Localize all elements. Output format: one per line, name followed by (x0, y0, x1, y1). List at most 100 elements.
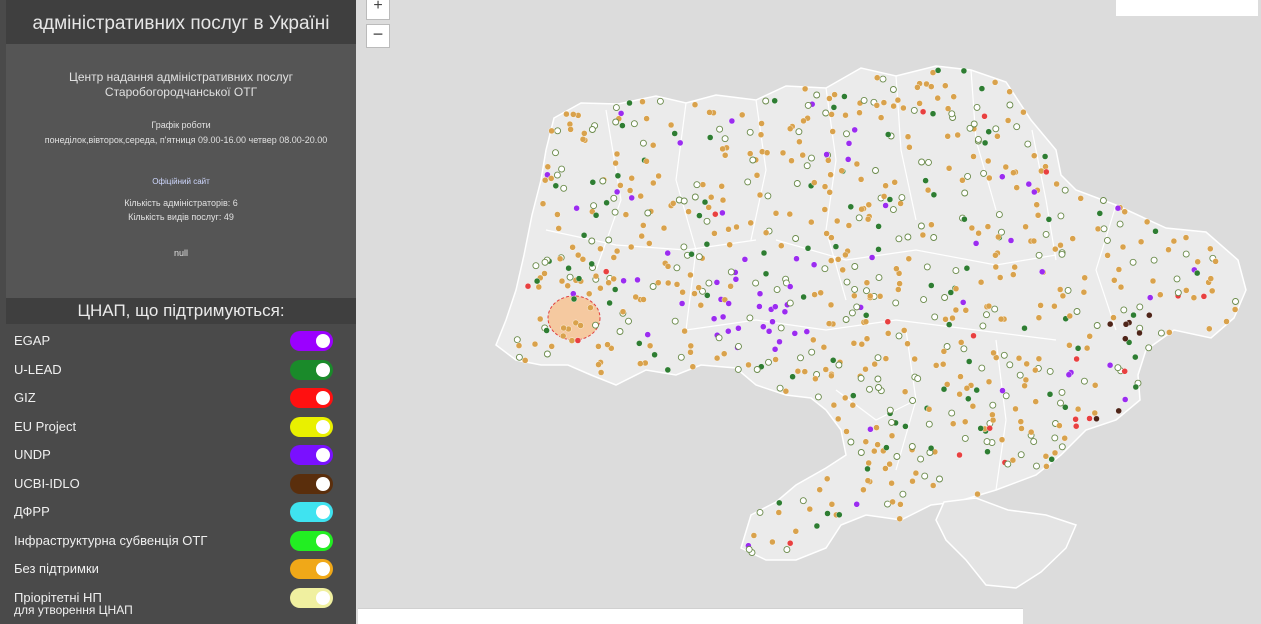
service-center-marker[interactable] (793, 255, 800, 262)
service-center-marker[interactable] (867, 426, 874, 433)
service-center-marker[interactable] (1086, 415, 1093, 422)
service-center-marker[interactable] (991, 79, 999, 86)
service-center-marker[interactable] (970, 332, 977, 339)
service-center-marker[interactable] (719, 196, 727, 204)
service-center-marker[interactable] (1021, 382, 1028, 389)
service-center-marker[interactable] (803, 328, 810, 335)
service-center-marker[interactable] (1034, 212, 1042, 219)
service-center-marker[interactable] (1065, 371, 1073, 378)
service-center-marker[interactable] (590, 202, 598, 210)
service-center-marker[interactable] (1043, 463, 1050, 470)
service-center-marker[interactable] (896, 515, 903, 522)
service-center-marker[interactable] (1116, 220, 1124, 228)
service-center-marker[interactable] (541, 176, 549, 184)
service-center-marker[interactable] (646, 342, 654, 349)
service-center-marker[interactable] (1022, 376, 1030, 384)
service-center-marker[interactable] (705, 204, 712, 211)
service-center-marker[interactable] (853, 501, 860, 508)
service-center-marker[interactable] (693, 181, 701, 189)
legend-toggle[interactable] (290, 502, 333, 522)
service-center-marker[interactable] (688, 250, 695, 258)
service-center-marker[interactable] (895, 332, 903, 340)
service-center-marker[interactable] (925, 406, 933, 413)
service-center-marker[interactable] (640, 296, 647, 303)
service-center-marker[interactable] (725, 226, 732, 233)
service-center-marker[interactable] (997, 315, 1005, 323)
service-center-marker[interactable] (895, 235, 903, 243)
service-center-marker[interactable] (828, 257, 835, 264)
service-center-marker[interactable] (779, 149, 787, 157)
service-center-marker[interactable] (639, 139, 647, 147)
service-center-marker[interactable] (910, 106, 918, 114)
service-center-marker[interactable] (1057, 286, 1064, 293)
service-center-marker[interactable] (671, 130, 678, 137)
service-center-marker[interactable] (579, 256, 587, 263)
service-center-marker[interactable] (888, 418, 896, 426)
service-center-marker[interactable] (1081, 274, 1088, 281)
service-center-marker[interactable] (689, 363, 696, 370)
service-center-marker[interactable] (597, 245, 604, 253)
service-center-marker[interactable] (923, 263, 931, 271)
service-center-marker[interactable] (857, 449, 865, 456)
service-center-marker[interactable] (1066, 312, 1073, 320)
service-center-marker[interactable] (800, 293, 807, 301)
service-center-marker[interactable] (1100, 225, 1108, 233)
service-center-marker[interactable] (995, 211, 1003, 219)
service-center-marker[interactable] (914, 375, 922, 383)
service-center-marker[interactable] (573, 204, 580, 212)
service-center-marker[interactable] (776, 499, 783, 507)
service-center-marker[interactable] (897, 501, 904, 508)
service-center-marker[interactable] (649, 283, 657, 290)
official-site-link[interactable]: Офіційний сайт (6, 177, 356, 186)
service-center-marker[interactable] (556, 255, 564, 262)
service-center-marker[interactable] (628, 243, 635, 251)
service-center-marker[interactable] (610, 194, 618, 202)
service-center-marker[interactable] (735, 342, 742, 350)
service-center-marker[interactable] (875, 223, 882, 230)
service-center-marker[interactable] (862, 318, 870, 325)
service-center-marker[interactable] (687, 271, 694, 279)
service-center-marker[interactable] (765, 358, 772, 366)
service-center-marker[interactable] (543, 327, 550, 334)
service-center-marker[interactable] (524, 283, 532, 290)
service-center-marker[interactable] (801, 85, 809, 93)
service-center-marker[interactable] (753, 172, 761, 179)
service-center-marker[interactable] (985, 128, 992, 135)
service-center-marker[interactable] (696, 212, 703, 219)
service-center-marker[interactable] (744, 178, 752, 186)
service-center-marker[interactable] (970, 120, 978, 128)
service-center-marker[interactable] (894, 96, 902, 104)
service-center-marker[interactable] (1110, 314, 1117, 321)
service-center-marker[interactable] (889, 498, 896, 506)
service-center-marker[interactable] (515, 353, 523, 361)
service-center-marker[interactable] (909, 397, 917, 405)
service-center-marker[interactable] (828, 111, 835, 118)
service-center-marker[interactable] (965, 395, 972, 402)
service-center-marker[interactable] (974, 135, 982, 143)
service-center-marker[interactable] (813, 91, 821, 99)
service-center-marker[interactable] (772, 303, 779, 310)
service-center-marker[interactable] (713, 354, 721, 362)
service-center-marker[interactable] (1032, 398, 1039, 405)
service-center-marker[interactable] (536, 315, 544, 323)
service-center-marker[interactable] (929, 110, 937, 117)
service-center-marker[interactable] (1190, 294, 1198, 301)
service-center-marker[interactable] (643, 158, 650, 165)
service-center-marker[interactable] (567, 126, 574, 133)
service-center-marker[interactable] (1132, 383, 1139, 391)
service-center-marker[interactable] (757, 131, 765, 138)
service-center-marker[interactable] (762, 97, 770, 105)
service-center-marker[interactable] (1157, 329, 1165, 337)
service-center-marker[interactable] (716, 125, 724, 133)
service-center-marker[interactable] (762, 270, 770, 277)
service-center-marker[interactable] (977, 279, 985, 286)
legend-toggle[interactable] (290, 559, 333, 579)
service-center-marker[interactable] (999, 173, 1006, 180)
service-center-marker[interactable] (695, 253, 703, 261)
service-center-marker[interactable] (602, 268, 610, 275)
service-center-marker[interactable] (874, 441, 881, 448)
service-center-marker[interactable] (603, 199, 610, 207)
service-center-marker[interactable] (1041, 153, 1049, 160)
service-center-marker[interactable] (613, 150, 621, 158)
service-center-marker[interactable] (792, 528, 799, 535)
